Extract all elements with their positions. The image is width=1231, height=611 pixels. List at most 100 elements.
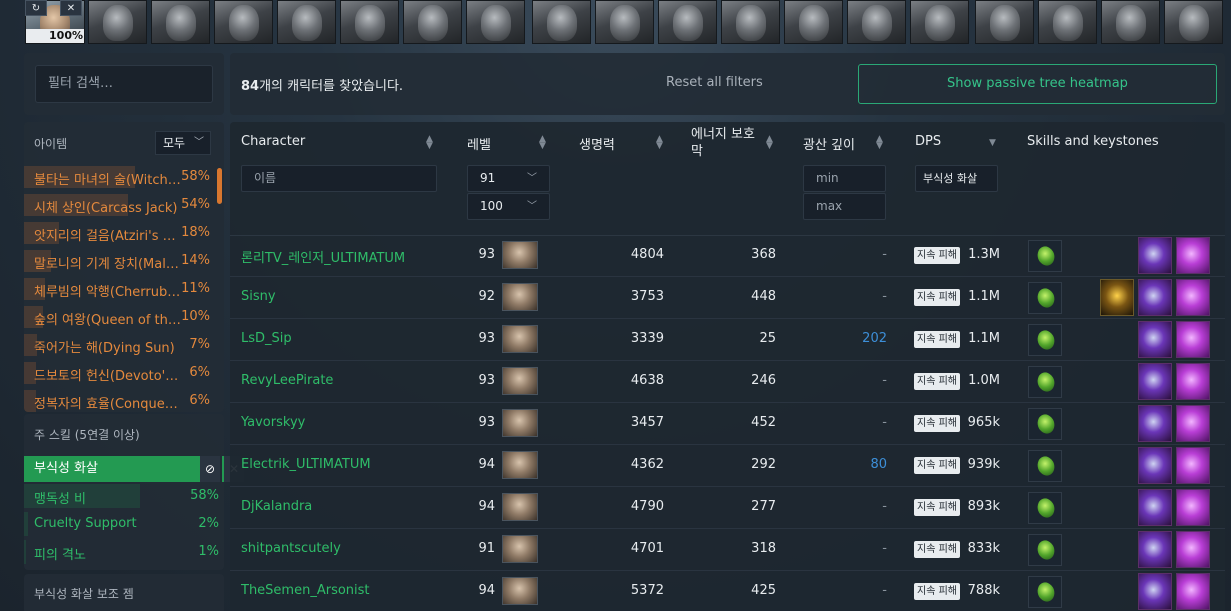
keystone-icon[interactable]	[1176, 447, 1210, 484]
item-filter-row[interactable]: 드보토의 헌신(Devoto's Devotion) 6%	[24, 360, 216, 388]
item-filter-row[interactable]: 정복자의 효율(Conqueror's Efficiency) 6%	[24, 388, 216, 412]
sort-desc-icon[interactable]: ▼	[989, 139, 996, 148]
class-portrait[interactable]	[1038, 0, 1097, 44]
table-row[interactable]: TheSemen_Arsonist 94 5372 425- 지속 피해 788k	[230, 571, 1225, 611]
header-character[interactable]: Character	[241, 134, 305, 149]
name-filter-input[interactable]: 이름	[241, 165, 437, 192]
reset-filters-link[interactable]: Reset all filters	[666, 75, 763, 90]
skill-filter-row[interactable]: Cruelty Support 2%	[24, 511, 224, 537]
character-name-link[interactable]: RevyLeePirate	[241, 373, 333, 388]
level-min-select[interactable]: 91 ﹀	[467, 165, 550, 192]
skill-gem-icon[interactable]	[1028, 450, 1062, 482]
table-row[interactable]: Yavorskyy 93 3457 452- 지속 피해 965k	[230, 403, 1225, 445]
character-name-link[interactable]: Sisny	[241, 289, 276, 304]
depth-min-input[interactable]: min	[803, 165, 886, 192]
keystone-icon[interactable]	[1176, 531, 1210, 568]
header-life[interactable]: 생명력	[579, 134, 615, 153]
keystone-icon[interactable]	[1138, 405, 1172, 442]
item-filter-row[interactable]: 앗지리의 걸음(Atziri's Step) 18%	[24, 220, 216, 248]
table-row[interactable]: RevyLeePirate 93 4638 246- 지속 피해 1.0M	[230, 361, 1225, 403]
class-portrait[interactable]	[466, 0, 525, 44]
sort-icon[interactable]: ▲ ▼	[876, 135, 883, 151]
class-portrait[interactable]	[340, 0, 399, 44]
character-name-link[interactable]: Electrik_ULTIMATUM	[241, 457, 371, 472]
table-row[interactable]: shitpantscutely 91 4701 318- 지속 피해 833k	[230, 529, 1225, 571]
class-portrait[interactable]	[1101, 0, 1160, 44]
item-filter-row[interactable]: 불타는 마녀의 술(Witchfire Brew)58%	[24, 164, 216, 192]
class-portrait[interactable]	[847, 0, 906, 44]
class-portrait[interactable]	[784, 0, 843, 44]
skill-gem-icon[interactable]	[1028, 240, 1062, 272]
skill-gem-icon[interactable]	[1028, 366, 1062, 398]
keystone-icon[interactable]	[1176, 321, 1210, 358]
class-portrait[interactable]	[595, 0, 654, 44]
item-filter-row[interactable]: 죽어가는 해(Dying Sun) 7%	[24, 332, 216, 360]
character-name-link[interactable]: DjKalandra	[241, 499, 312, 514]
class-portrait[interactable]	[88, 0, 147, 44]
selected-skill[interactable]: 부식성 화살	[24, 456, 198, 482]
class-portrait[interactable]	[151, 0, 210, 44]
items-scrollbar[interactable]	[217, 168, 222, 204]
keystone-icon[interactable]	[1176, 573, 1210, 610]
character-name-link[interactable]: TheSemen_Arsonist	[241, 583, 370, 598]
table-row[interactable]: Electrik_ULTIMATUM 94 4362 292 80 지속 피해 939k	[230, 445, 1225, 487]
header-energy-shield[interactable]: 에너지 보호막	[691, 126, 759, 160]
class-portrait[interactable]	[532, 0, 591, 44]
keystone-icon[interactable]	[1176, 489, 1210, 526]
keystone-icon[interactable]	[1176, 237, 1210, 274]
header-delve-depth[interactable]: 광산 깊이	[803, 134, 855, 153]
skill-filter-row[interactable]: 맹독성 비 58%	[24, 483, 224, 509]
passive-heatmap-button[interactable]: Show passive tree heatmap	[858, 64, 1217, 104]
class-portrait[interactable]	[658, 0, 717, 44]
character-name-link[interactable]: LsD_Sip	[241, 331, 292, 346]
refresh-icon[interactable]: ↻	[25, 0, 47, 16]
keystone-icon[interactable]	[1138, 237, 1172, 274]
keystone-icon[interactable]	[1176, 279, 1210, 316]
sort-icon[interactable]: ▲ ▼	[426, 135, 433, 151]
keystone-icon[interactable]	[1138, 363, 1172, 400]
keystone-icon[interactable]	[1100, 279, 1134, 316]
character-name-link[interactable]: shitpantscutely	[241, 541, 341, 556]
item-filter-row[interactable]: 숲의 여왕(Queen of the Forest)10%	[24, 304, 216, 332]
dps-skill-select[interactable]: 부식성 화살	[915, 165, 998, 192]
skill-gem-icon[interactable]	[1028, 534, 1062, 566]
keystone-icon[interactable]	[1138, 321, 1172, 358]
skill-gem-icon[interactable]	[1028, 324, 1062, 356]
skill-gem-icon[interactable]	[1028, 282, 1062, 314]
class-portrait[interactable]	[1164, 0, 1223, 44]
keystone-icon[interactable]	[1138, 531, 1172, 568]
header-level[interactable]: 레벨	[467, 134, 491, 153]
close-icon[interactable]: ✕	[60, 0, 82, 16]
table-row[interactable]: LsD_Sip 93 3339 25 202 지속 피해 1.1M	[230, 319, 1225, 361]
header-dps[interactable]: DPS	[915, 134, 941, 149]
filter-search-input[interactable]: 필터 검색…	[35, 65, 213, 103]
table-row[interactable]: 론리TV_레인저_ULTIMATUM 93 4804 368- 지속 피해 1.3M	[230, 235, 1225, 277]
table-row[interactable]: Sisny 92 3753 448- 지속 피해 1.1M	[230, 277, 1225, 319]
item-filter-row[interactable]: 말로니의 기계 장치(Maloney's Mechanism)14%	[24, 248, 216, 276]
skill-gem-icon[interactable]	[1028, 492, 1062, 524]
items-filter-dropdown[interactable]: 모두 ﹀	[155, 131, 211, 155]
keystone-icon[interactable]	[1138, 279, 1172, 316]
keystone-icon[interactable]	[1138, 489, 1172, 526]
keystone-icon[interactable]	[1176, 405, 1210, 442]
skill-gem-icon[interactable]	[1028, 576, 1062, 608]
level-max-select[interactable]: 100 ﹀	[467, 193, 550, 220]
class-portrait[interactable]	[277, 0, 336, 44]
sort-icon[interactable]: ▲ ▼	[766, 135, 773, 151]
skill-gem-icon[interactable]	[1028, 408, 1062, 440]
character-name-link[interactable]: Yavorskyy	[241, 415, 305, 430]
keystone-icon[interactable]	[1138, 573, 1172, 610]
class-portrait[interactable]	[403, 0, 462, 44]
class-portrait[interactable]	[910, 0, 969, 44]
skill-filter-row[interactable]: 피의 격노 1%	[24, 539, 224, 565]
class-portrait[interactable]	[214, 0, 273, 44]
depth-max-input[interactable]: max	[803, 193, 886, 220]
exclude-skill-icon[interactable]: ⊘	[198, 456, 220, 482]
table-row[interactable]: DjKalandra 94 4790 277- 지속 피해 893k	[230, 487, 1225, 529]
keystone-icon[interactable]	[1138, 447, 1172, 484]
item-filter-row[interactable]: 체루빔의 악행(Cherrubim's Maleficence)11%	[24, 276, 216, 304]
character-name-link[interactable]: 론리TV_레인저_ULTIMATUM	[241, 247, 405, 266]
keystone-icon[interactable]	[1176, 363, 1210, 400]
sort-icon[interactable]: ▲ ▼	[656, 135, 663, 151]
class-portrait[interactable]	[975, 0, 1034, 44]
